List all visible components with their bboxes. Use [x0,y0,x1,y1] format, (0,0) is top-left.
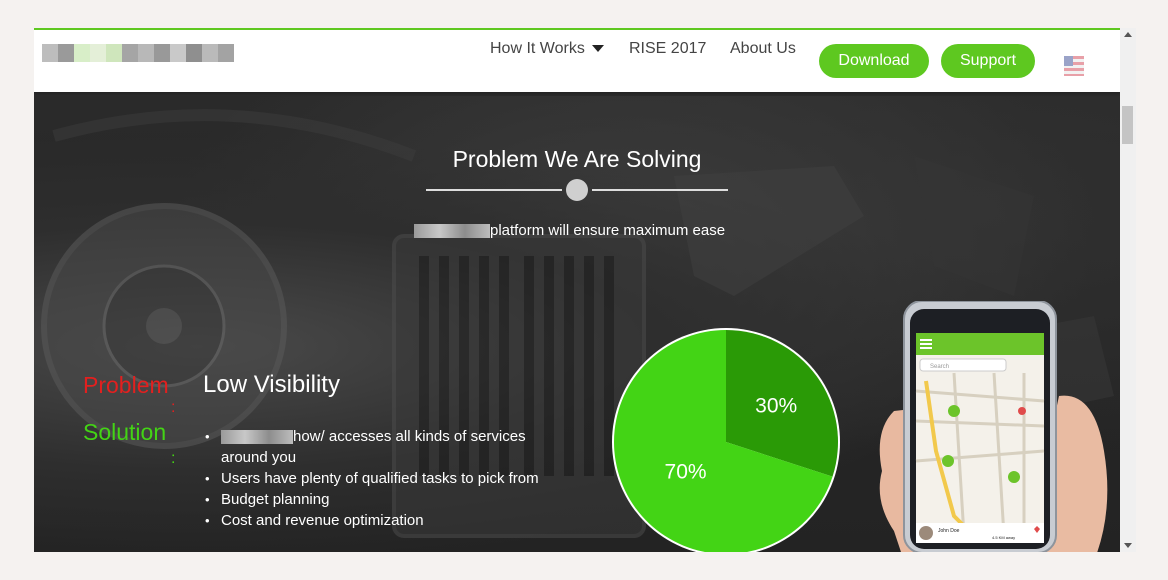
scroll-up-arrow-icon[interactable] [1124,32,1132,37]
browser-viewport: How It Works RISE 2017 About Us Download… [34,28,1120,552]
problem-colon: : [171,399,176,416]
section-subtitle: platform will ensure maximum ease [414,222,725,239]
solution-list: how/ accesses all kinds of services arou… [205,426,551,531]
phone-user-name: John Doe [938,528,960,534]
subtitle-text: platform will ensure maximum ease [490,222,726,239]
section-title: Problem We Are Solving [452,146,702,172]
scroll-thumb[interactable] [1122,106,1133,144]
list-item-text: Users have plenty of qualified tasks to … [221,470,539,487]
support-button[interactable]: Support [941,44,1035,78]
phone-distance: 4.5 KM away [992,535,1015,540]
nav-how-it-works[interactable]: How It Works [490,40,604,58]
list-item: how/ accesses all kinds of services arou… [205,426,551,468]
nav-about-us[interactable]: About Us [730,40,796,58]
site-logo[interactable] [42,44,234,62]
phone-search-input: Search [930,364,949,370]
list-item-text: Cost and revenue optimization [221,512,424,529]
title-divider-left [426,189,562,191]
problem-section: Problem We Are Solving platform will ens… [34,96,1120,552]
title-divider-dot [566,179,588,201]
us-flag-icon[interactable] [1064,56,1084,76]
problem-heading: Low Visibility [203,371,340,398]
phone-in-hand-image: Search John Doe 4.5 KM away [879,301,1108,552]
redacted-brand-name [221,430,293,445]
nav-rise-2017[interactable]: RISE 2017 [629,40,706,58]
caret-down-icon [591,45,604,53]
pie-chart: 30% 70% [612,328,840,552]
nav-how-it-works-label: How It Works [490,40,585,57]
pie-label-70: 70% [665,460,707,483]
pie-label-30: 30% [755,395,797,418]
solution-colon: : [171,450,176,467]
solution-label: Solution [83,419,167,445]
title-divider-right [592,189,728,191]
list-item: Budget planning [205,489,551,510]
page-scrollbar[interactable] [1120,28,1136,552]
list-item-text: Budget planning [221,491,330,508]
redacted-brand-name [414,224,490,239]
site-header: How It Works RISE 2017 About Us Download… [34,28,1120,92]
download-button[interactable]: Download [819,44,929,78]
problem-label: Problem [83,372,169,398]
list-item: Cost and revenue optimization [205,510,551,531]
scroll-down-arrow-icon[interactable] [1124,543,1132,548]
list-item: Users have plenty of qualified tasks to … [205,468,551,489]
